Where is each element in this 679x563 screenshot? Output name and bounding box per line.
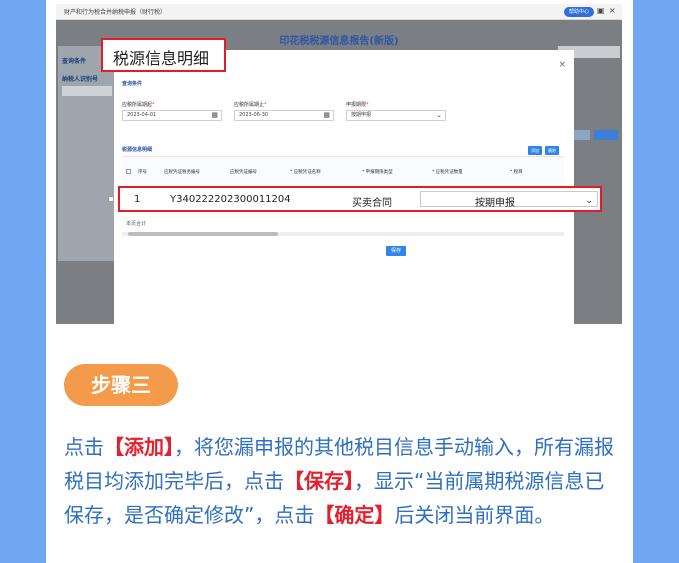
add-button[interactable]: 添加 bbox=[528, 146, 542, 155]
close-icon[interactable]: × bbox=[609, 6, 616, 15]
total-row: 本页合计 bbox=[122, 220, 564, 230]
side-taxpayer-input bbox=[62, 86, 112, 96]
col-voucher-no: 应税凭证编号 bbox=[230, 170, 257, 175]
step-badge: 步骤三 bbox=[64, 364, 178, 406]
col-voucher-tax-no: 应税凭证税务编号 bbox=[164, 170, 200, 175]
background-query-panel: 查询条件 纳税人识别号 bbox=[58, 46, 114, 261]
period-start-label: 应税所属期起* bbox=[122, 102, 155, 108]
close-icon[interactable]: × bbox=[558, 60, 566, 70]
tutorial-card: 财产和行为税合并纳税申报（财行税） 帮助中心 ▣ × 印花税税源信息报告(新版)… bbox=[46, 0, 633, 563]
calendar-icon[interactable]: ▦ bbox=[323, 111, 330, 120]
row-period-type: 按期申报 bbox=[475, 198, 515, 209]
period-type-select[interactable]: 按期申报 ⌄ bbox=[420, 191, 598, 209]
app-topbar: 财产和行为税合并纳税申报（财行税） 帮助中心 ▣ × bbox=[56, 4, 622, 20]
period-end-label: 应税所属期止* bbox=[234, 102, 267, 108]
select-all-checkbox[interactable] bbox=[126, 169, 131, 174]
chevron-down-icon[interactable]: ⌄ bbox=[585, 196, 593, 206]
query-section-header: 查询条件 bbox=[122, 81, 143, 87]
side-taxpayer-label: 纳税人识别号 bbox=[62, 76, 99, 83]
horizontal-scrollbar[interactable] bbox=[122, 232, 564, 236]
help-pill[interactable]: 帮助中心 bbox=[564, 7, 594, 17]
breadcrumb: 财产和行为税合并纳税申报（财行税） bbox=[64, 9, 167, 16]
total-label: 本页合计 bbox=[126, 221, 147, 227]
calendar-icon[interactable]: ▦ bbox=[211, 111, 218, 120]
table-header: 序号 应税凭证税务编号 应税凭证编号 * 应税凭证名称 * 申报期限类型 * 应… bbox=[122, 156, 564, 188]
row-tax-item[interactable]: 买卖合同 bbox=[352, 194, 392, 209]
table-row[interactable]: 1 Y340222202300011204 买卖合同 按期申报 ⌄ bbox=[108, 186, 602, 212]
instruction-text: 点击【添加】，将您漏申报的其他税目信息手动输入，所有漏报税目均添加完毕后，点击【… bbox=[64, 435, 614, 527]
row-index: 1 bbox=[134, 194, 141, 205]
window-icon[interactable]: ▣ bbox=[597, 6, 605, 15]
period-end-input[interactable]: 2023-06-30 ▦ bbox=[234, 110, 334, 121]
save-button[interactable]: 保存 bbox=[386, 246, 406, 256]
col-period-type: * 申报期限类型 bbox=[362, 170, 393, 175]
modal-title: 税源信息明细 bbox=[113, 49, 210, 68]
row-voucher-tax-no[interactable]: Y340222202300011204 bbox=[170, 194, 291, 205]
col-index: 序号 bbox=[138, 170, 147, 175]
modal-title-highlight: 税源信息明细 bbox=[101, 38, 226, 72]
period-start-input[interactable]: 2023-04-01 ▦ bbox=[122, 110, 222, 121]
report-mode-select[interactable]: 按期申报 ⌄ bbox=[346, 110, 446, 121]
report-mode-label: 申报期限* bbox=[346, 102, 369, 108]
delete-button[interactable]: 删除 bbox=[545, 146, 559, 155]
scrollbar-thumb[interactable] bbox=[128, 232, 278, 236]
row-checkbox[interactable] bbox=[108, 196, 114, 202]
chevron-down-icon[interactable]: ⌄ bbox=[436, 111, 442, 120]
detail-section-header: 税源信息明细 bbox=[122, 147, 153, 153]
background-button-2 bbox=[594, 130, 618, 140]
background-button-1 bbox=[574, 130, 590, 140]
col-tax-item: * 税目 bbox=[510, 170, 523, 175]
col-voucher-count: * 应税凭证数量 bbox=[432, 170, 463, 175]
col-voucher-name: * 应税凭证名称 bbox=[290, 170, 321, 175]
side-query-label: 查询条件 bbox=[62, 58, 87, 65]
